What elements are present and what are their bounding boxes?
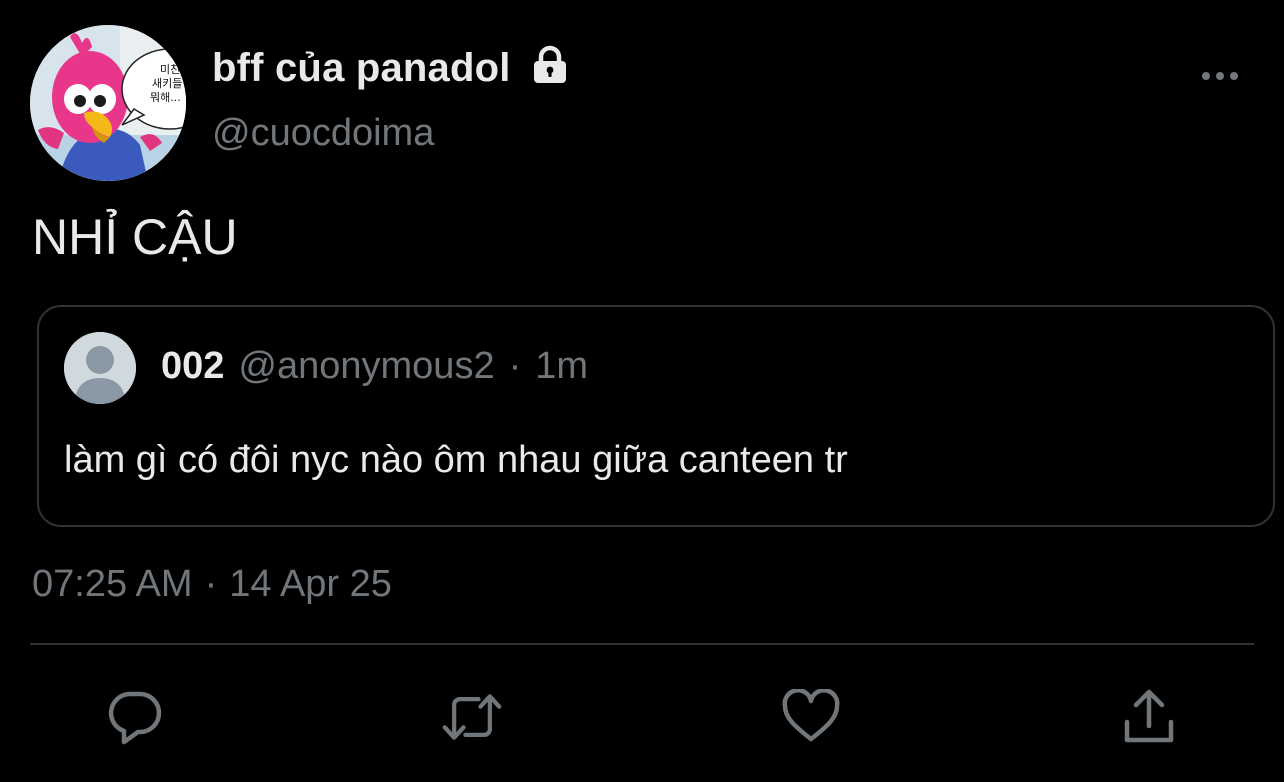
tweet-text: NHỈ CẬU (32, 209, 238, 265)
speech-line-1: 미친 자 (160, 63, 186, 76)
author-handle[interactable]: @cuocdoima (212, 112, 434, 155)
share-button[interactable] (1118, 686, 1180, 748)
retweet-icon (442, 694, 502, 740)
default-user-avatar-icon[interactable] (64, 332, 136, 404)
divider (30, 643, 1254, 645)
more-icon[interactable] (1196, 62, 1244, 90)
cartoon-bird-avatar-icon: 미친 자 새키들 뭐해... (30, 25, 186, 181)
like-button[interactable] (780, 686, 842, 748)
tweet-detail: 미친 자 새키들 뭐해... bff của panadol @cuocdoim… (0, 0, 1284, 782)
author-display-name[interactable]: bff của panadol (212, 46, 511, 91)
quoted-tweet-text: làm gì có đôi nyc nào ôm nhau giữa cante… (64, 439, 848, 481)
quoted-tweet-time[interactable]: 1m (535, 345, 588, 388)
retweet-button[interactable] (441, 686, 503, 748)
speech-line-3: 뭐해... (150, 90, 181, 104)
quoted-tweet-header: 002 @anonymous2 · 1m (161, 345, 588, 388)
reply-icon (108, 691, 162, 745)
quoted-author-name[interactable]: 002 (161, 345, 224, 388)
author-name-row: bff của panadol (212, 44, 571, 92)
quoted-tweet-card[interactable]: 002 @anonymous2 · 1m làm gì có đôi nyc n… (37, 305, 1275, 527)
lock-icon (529, 44, 571, 86)
reply-button[interactable] (104, 686, 166, 748)
share-icon (1124, 689, 1174, 743)
speech-line-2: 새키들 (152, 77, 182, 90)
author-avatar[interactable]: 미친 자 새키들 뭐해... (30, 25, 186, 181)
tweet-date: 14 Apr 25 (229, 563, 392, 605)
tweet-timestamp[interactable]: 07:25 AM · 14 Apr 25 (32, 563, 392, 606)
tweet-time: 07:25 AM (32, 563, 193, 605)
heart-icon (782, 689, 840, 742)
separator-dot: · (508, 345, 522, 387)
separator-dot: · (204, 563, 218, 605)
quoted-author-handle[interactable]: @anonymous2 (238, 345, 494, 388)
